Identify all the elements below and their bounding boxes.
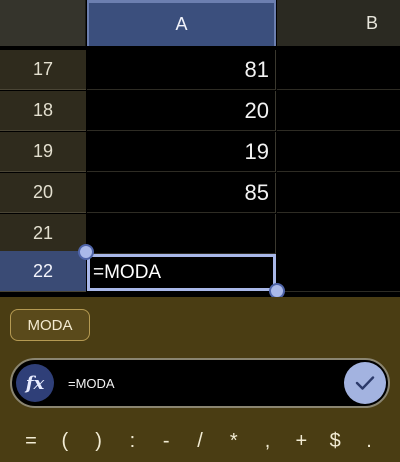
- key-close-paren[interactable]: ): [88, 430, 110, 453]
- cell-a21[interactable]: [87, 214, 276, 254]
- formula-panel: MODA fx =MODA = ( ) : - / * , + $ .: [0, 297, 400, 462]
- key-comma[interactable]: ,: [257, 430, 279, 453]
- table-row: 20 85: [0, 173, 400, 214]
- cell-a20[interactable]: 85: [87, 173, 276, 213]
- row-header-active[interactable]: 22: [0, 251, 86, 292]
- table-row: 19 19: [0, 132, 400, 173]
- row-header[interactable]: 21: [0, 214, 86, 254]
- formula-input[interactable]: =MODA: [68, 360, 115, 406]
- row-header[interactable]: 19: [0, 132, 86, 172]
- cell-a17[interactable]: 81: [87, 50, 276, 90]
- key-period[interactable]: .: [358, 430, 380, 453]
- symbol-keyboard-row: = ( ) : - / * , + $ .: [0, 425, 400, 457]
- function-suggestion-chip[interactable]: MODA: [10, 309, 90, 341]
- column-header-a[interactable]: A: [87, 0, 276, 46]
- key-asterisk[interactable]: *: [223, 430, 245, 453]
- row-header[interactable]: 17: [0, 50, 86, 90]
- spreadsheet-grid: A B 17 81 18 20 19 19 20 85 21 22 =MODA: [0, 0, 400, 297]
- key-slash[interactable]: /: [189, 430, 211, 453]
- cell-a18[interactable]: 20: [87, 91, 276, 131]
- fx-icon[interactable]: fx: [16, 364, 54, 402]
- row-header[interactable]: 18: [0, 91, 86, 131]
- cell-b22[interactable]: [277, 251, 400, 292]
- key-equals[interactable]: =: [20, 430, 42, 453]
- table-row: 21: [0, 214, 400, 255]
- active-cell-editor[interactable]: =MODA: [87, 254, 276, 291]
- key-dollar[interactable]: $: [324, 430, 346, 453]
- select-all-corner[interactable]: [0, 0, 86, 46]
- cell-b18[interactable]: [277, 91, 400, 131]
- key-minus[interactable]: -: [155, 430, 177, 453]
- cell-b20[interactable]: [277, 173, 400, 213]
- key-plus[interactable]: +: [290, 430, 312, 453]
- confirm-check-icon[interactable]: [344, 362, 386, 404]
- table-row: 18 20: [0, 91, 400, 132]
- table-row: 17 81: [0, 50, 400, 91]
- row-header[interactable]: 20: [0, 173, 86, 213]
- cell-b19[interactable]: [277, 132, 400, 172]
- formula-bar[interactable]: fx =MODA: [10, 358, 390, 408]
- key-colon[interactable]: :: [121, 430, 143, 453]
- selection-handle-end[interactable]: [269, 283, 285, 297]
- column-header-b[interactable]: B: [277, 0, 400, 46]
- cell-a19[interactable]: 19: [87, 132, 276, 172]
- cell-b21[interactable]: [277, 214, 400, 254]
- selection-handle-start[interactable]: [78, 244, 94, 260]
- key-open-paren[interactable]: (: [54, 430, 76, 453]
- cell-b17[interactable]: [277, 50, 400, 90]
